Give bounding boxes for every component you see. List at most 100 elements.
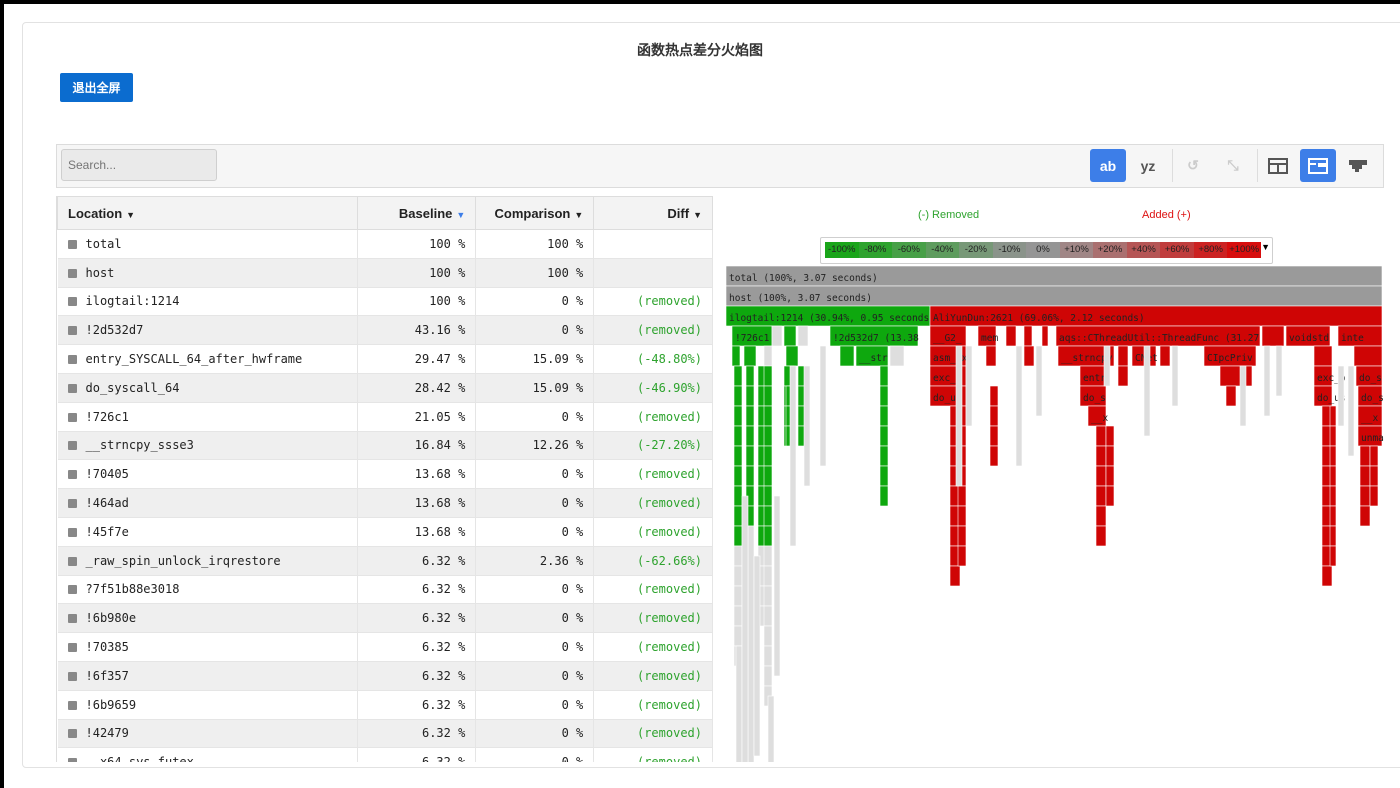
flame-frame[interactable] [763, 545, 773, 567]
flame-frame[interactable] [989, 445, 999, 467]
flame-frame[interactable] [763, 465, 773, 487]
flame-frame[interactable] [1171, 345, 1179, 407]
flame-frame[interactable] [1105, 485, 1115, 507]
flame-frame[interactable] [1359, 445, 1371, 467]
flame-frame[interactable] [1105, 445, 1115, 467]
flame-frame[interactable] [745, 365, 755, 387]
flame-frame[interactable] [733, 525, 743, 547]
flame-frame[interactable] [1005, 325, 1017, 347]
flame-frame[interactable] [1321, 565, 1333, 587]
flame-frame[interactable] [733, 545, 743, 567]
table-row[interactable]: ?7f51b88e3018 6.32 % 0 % (removed) [57, 575, 713, 605]
flame-frame[interactable] [879, 405, 889, 427]
flame-frame[interactable] [1219, 365, 1253, 387]
table-view-button[interactable] [1260, 149, 1296, 182]
flame-frame[interactable] [1035, 345, 1043, 417]
baseline-column-header[interactable]: Baseline ▼ [356, 196, 477, 230]
flame-frame[interactable] [1105, 465, 1115, 487]
flame-frame[interactable] [955, 345, 963, 487]
flame-frame[interactable] [989, 405, 999, 427]
table-row[interactable]: !2d532d7 43.16 % 0 % (removed) [57, 315, 713, 346]
flamegraph-canvas[interactable]: total (100%, 3.07 seconds) host (100%, 3.… [724, 196, 1388, 762]
flame-frame[interactable] [733, 565, 743, 587]
table-row[interactable]: !70405 13.68 % 0 % (removed) [57, 459, 713, 490]
flame-frame[interactable] [733, 405, 743, 427]
flame-frame[interactable] [763, 565, 773, 587]
table-row[interactable]: host 100 % 100 % [57, 258, 713, 288]
flame-frame[interactable] [1329, 445, 1337, 467]
flame-frame[interactable] [1369, 485, 1379, 507]
flame-frame[interactable] [785, 345, 799, 367]
flame-frame[interactable] [879, 385, 889, 407]
flame-frame[interactable] [733, 425, 743, 447]
split-view-button[interactable] [1300, 149, 1336, 182]
flame-frame[interactable] [1041, 325, 1049, 347]
flame-frame[interactable] [735, 645, 743, 762]
flame-frame[interactable] [957, 485, 967, 507]
flame-frame[interactable] [1023, 345, 1035, 367]
table-row[interactable]: !42479 6.32 % 0 % (removed) [57, 719, 713, 749]
table-row[interactable]: total 100 % 100 % [57, 229, 713, 259]
flame-frame[interactable] [1359, 505, 1371, 527]
flame-frame[interactable] [989, 385, 999, 407]
diff-column-header[interactable]: Diff ▼ [593, 196, 713, 230]
exit-fullscreen-button[interactable]: 退出全屏 [60, 73, 133, 102]
flame-frame[interactable] [767, 695, 775, 762]
flame-frame[interactable] [839, 345, 855, 367]
flame-frame[interactable] [763, 645, 773, 667]
flame-frame[interactable] [889, 345, 905, 367]
flame-frame[interactable] [879, 425, 889, 447]
flame-frame[interactable] [1159, 345, 1171, 367]
flame-frame[interactable] [989, 425, 999, 447]
flame-frame[interactable] [733, 465, 743, 487]
flame-frame[interactable] [879, 485, 889, 507]
flame-frame[interactable] [1261, 325, 1285, 347]
flame-frame[interactable] [1329, 505, 1337, 527]
flame-frame[interactable] [733, 445, 743, 467]
flame-frame[interactable] [763, 445, 773, 467]
flame-frame[interactable] [783, 325, 797, 347]
flame-frame[interactable] [965, 345, 973, 427]
table-row[interactable]: !6f357 6.32 % 0 % (removed) [57, 661, 713, 691]
flame-frame[interactable] [1337, 365, 1345, 427]
flame-frame[interactable] [763, 345, 773, 367]
flame-frame[interactable] [957, 525, 967, 547]
flame-frame[interactable] [733, 625, 743, 647]
flame-frame[interactable] [763, 485, 773, 507]
flame-frame[interactable] [1095, 505, 1107, 527]
table-row[interactable]: do_syscall_64 28.42 % 15.09 % (-46.90%) [57, 373, 713, 403]
flame-frame[interactable] [803, 365, 811, 487]
flame-frame[interactable] [1313, 345, 1333, 367]
flame-frame[interactable] [1117, 365, 1129, 387]
flame-frame[interactable] [1143, 345, 1151, 437]
flame-frame[interactable] [1263, 345, 1271, 417]
text-direction-button[interactable]: yz [1130, 149, 1166, 182]
flame-frame[interactable] [957, 545, 967, 567]
flame-frame[interactable] [985, 345, 997, 367]
flame-frame[interactable] [733, 585, 743, 607]
flame-frame[interactable] [1023, 325, 1033, 347]
flame-frame[interactable] [745, 405, 755, 427]
flame-frame[interactable] [763, 505, 773, 527]
flame-frame[interactable] [743, 345, 757, 367]
table-row[interactable]: !464ad 13.68 % 0 % (removed) [57, 488, 713, 518]
flame-frame[interactable] [753, 555, 761, 757]
flame-frame[interactable] [1359, 465, 1371, 487]
flame-frame[interactable] [763, 665, 773, 687]
flame-frame[interactable] [1369, 445, 1379, 467]
flame-frame[interactable] [1329, 465, 1337, 487]
flame-frame[interactable] [1369, 465, 1379, 487]
location-column-header[interactable]: Location ▼ [57, 196, 358, 230]
reset-button[interactable]: ⤡ [1215, 149, 1251, 182]
flame-frame[interactable] [1095, 485, 1107, 507]
collapse-text-button[interactable]: ab [1090, 149, 1126, 182]
flame-frame[interactable] [733, 485, 743, 507]
flame-frame[interactable] [1095, 445, 1107, 467]
flame-frame[interactable] [747, 525, 755, 762]
flame-frame[interactable] [1095, 425, 1107, 447]
flamegraph-view-button[interactable] [1340, 149, 1376, 182]
flame-frame[interactable] [771, 325, 783, 347]
table-row[interactable]: !726c1 21.05 % 0 % (removed) [57, 402, 713, 432]
table-row[interactable]: __x64_sys_futex 6.32 % 0 % (removed) [57, 747, 713, 762]
flame-frame[interactable] [1347, 365, 1355, 457]
